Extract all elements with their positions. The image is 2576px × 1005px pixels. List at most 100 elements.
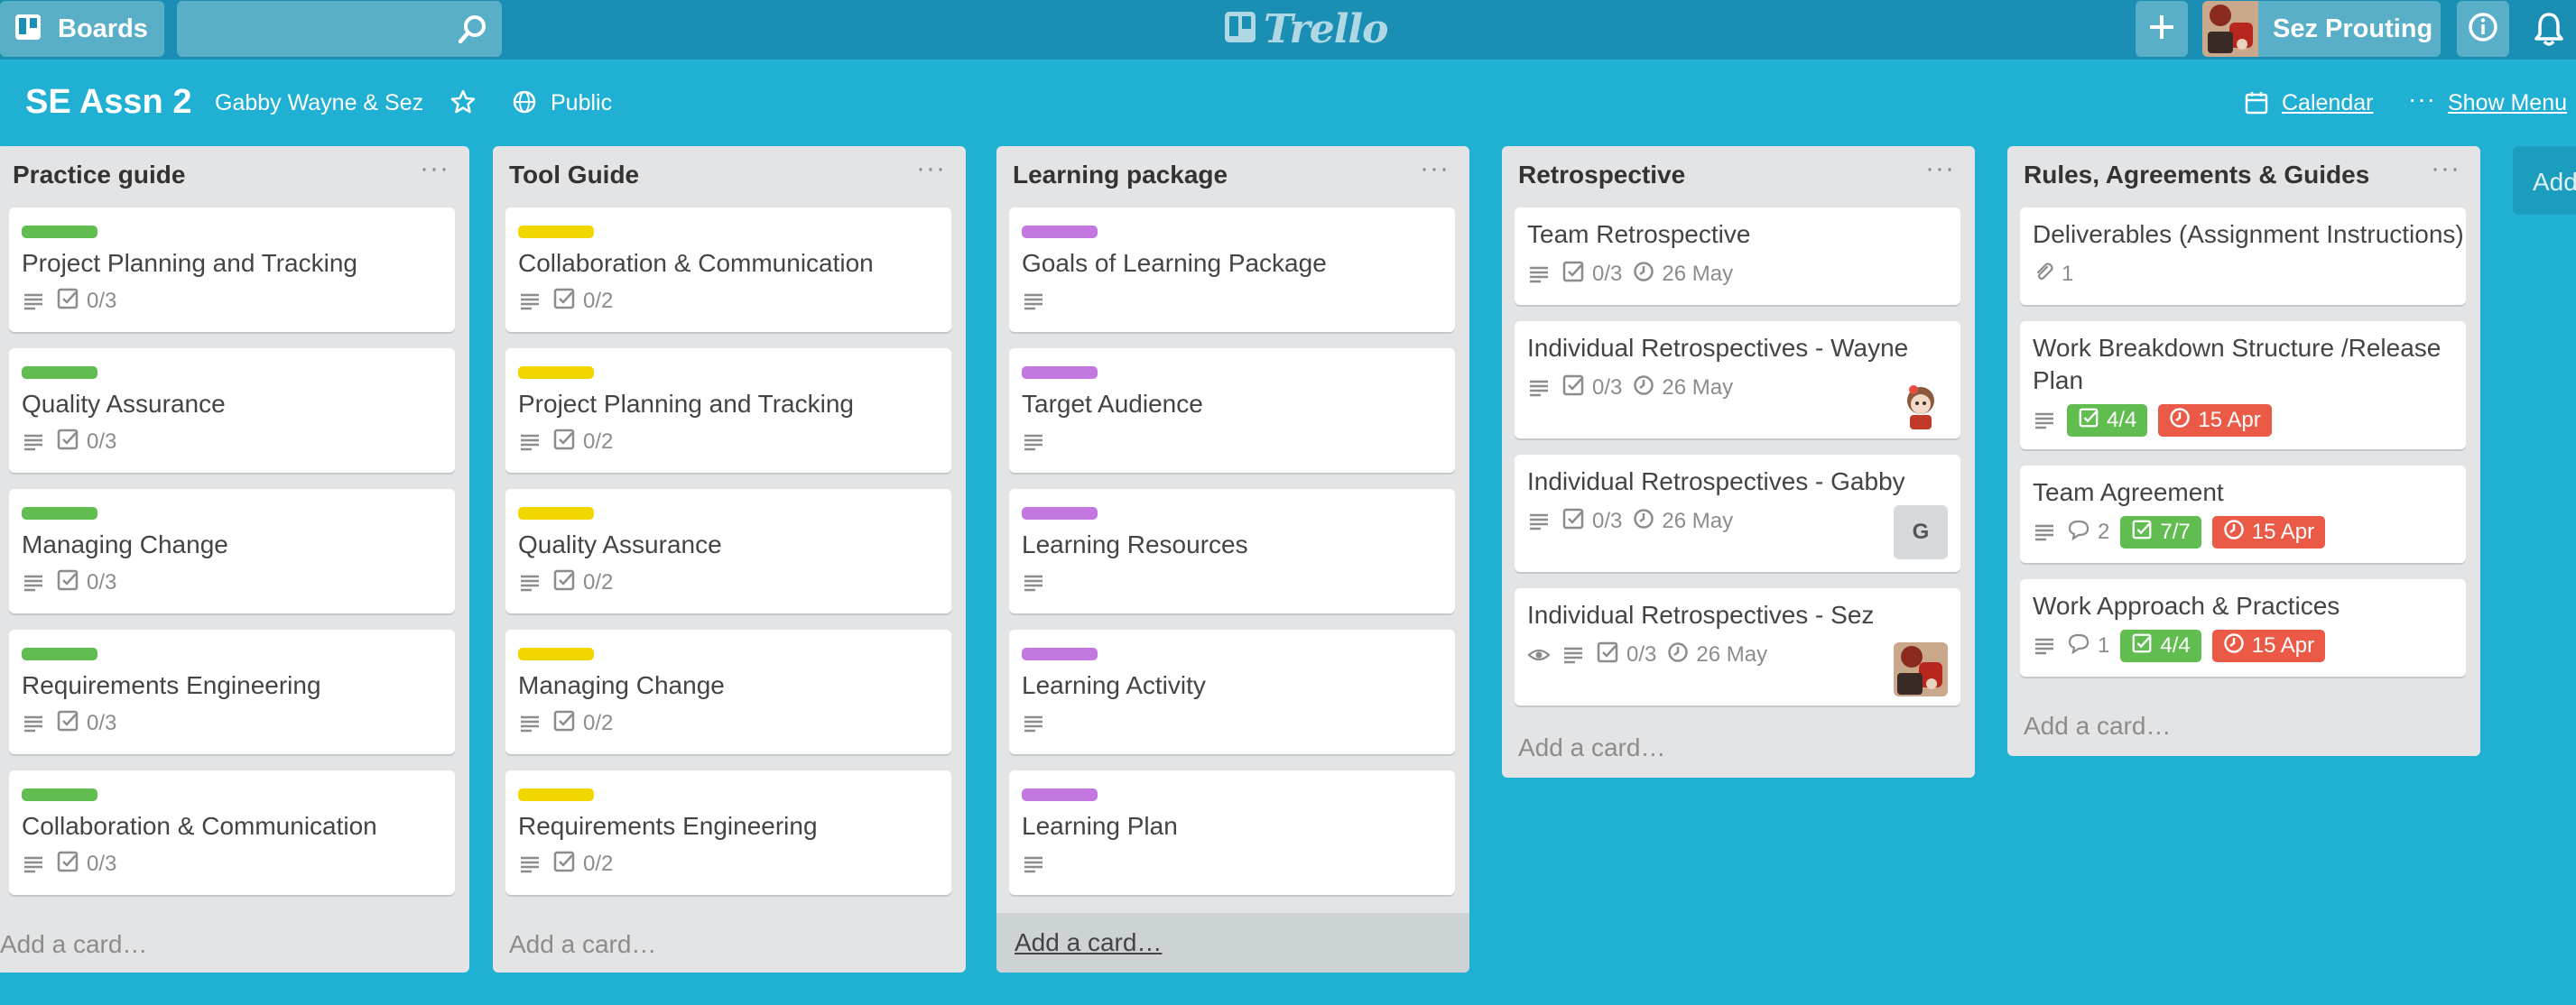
due-date: 15 Apr [2198,408,2261,432]
checklist-badge: 0/3 [56,850,116,880]
info-button[interactable] [2457,1,2509,57]
card[interactable]: Project Planning and Tracking 0/2 [505,348,951,473]
board-visibility[interactable]: Public [551,90,612,116]
checklist-icon [2131,632,2153,660]
card-label-yellow[interactable] [518,648,594,660]
board-team[interactable]: Gabby Wayne & Sez [215,90,423,116]
card[interactable]: Collaboration & Communication 0/2 [505,207,951,332]
card-label-green[interactable] [22,648,97,660]
user-menu-button[interactable]: Sez Prouting [2202,1,2441,57]
member-avatar-gabby[interactable]: G [1894,505,1948,559]
card-label-purple[interactable] [1022,507,1098,520]
list-menu-icon[interactable]: ··· [1420,153,1450,184]
checklist-badge: 0/3 [56,568,116,598]
star-icon[interactable] [449,88,477,120]
notifications-bell-icon[interactable] [2533,11,2565,51]
card-title: Individual Retrospectives - Gabby [1527,467,1905,495]
card-label-purple[interactable] [1022,226,1098,238]
search-input[interactable] [177,1,502,57]
card[interactable]: Requirements Engineering 0/3 [9,630,455,754]
calendar-icon[interactable] [2244,90,2269,120]
card-label-green[interactable] [22,788,97,801]
card-label-green[interactable] [22,507,97,520]
card[interactable]: Project Planning and Tracking 0/3 [9,207,455,332]
list-title[interactable]: Retrospective [1518,161,1685,189]
card[interactable]: Managing Change 0/3 [9,489,455,613]
more-dots-icon[interactable]: ··· [2408,85,2436,114]
card-label-yellow[interactable] [518,507,594,520]
show-menu-link[interactable]: Show Menu [2448,90,2567,116]
checklist-icon [1561,260,1585,290]
card-title-line2: Plan [2033,366,2084,394]
card-label-green[interactable] [22,366,97,379]
calendar-link[interactable]: Calendar [2282,90,2373,116]
card-badges: 1 4/4 15 Apr [2033,630,2326,662]
card[interactable]: Quality Assurance 0/2 [505,489,951,613]
card-title: Team Agreement [2033,478,2224,506]
card[interactable]: Target Audience [1009,348,1455,473]
board-title[interactable]: SE Assn 2 [25,83,191,122]
add-card-button[interactable]: Add a card… [996,913,1469,973]
watching-eye-icon [1527,643,1551,667]
card[interactable]: Learning Resources [1009,489,1455,613]
boards-button[interactable]: Boards [0,1,164,57]
clock-icon [2169,407,2191,435]
checklist-count: 4/4 [2107,408,2137,432]
add-card-button[interactable]: Add a card… [493,915,966,974]
card[interactable]: Managing Change 0/2 [505,630,951,754]
card-label-yellow[interactable] [518,226,594,238]
card-label-green[interactable] [22,226,97,238]
search-icon[interactable] [457,13,489,50]
card[interactable]: Requirements Engineering 0/2 [505,770,951,895]
card-badges: 2 7/7 15 Apr [2033,516,2326,549]
description-icon [1022,430,1045,454]
card-label-purple[interactable] [1022,366,1098,379]
globe-icon[interactable] [511,88,538,120]
card[interactable]: Collaboration & Communication 0/3 [9,770,455,895]
card[interactable]: Goals of Learning Package [1009,207,1455,332]
checklist-icon [56,850,79,880]
member-avatar-sez[interactable] [1894,642,1948,696]
list-title[interactable]: Rules, Agreements & Guides [2024,161,2369,189]
list-menu-icon[interactable]: ··· [1925,153,1955,184]
card[interactable]: Individual Retrospectives - Wayne 0/3 26… [1515,321,1960,438]
due-date-past-badge: 15 Apr [2158,404,2272,437]
list-menu-icon[interactable]: ··· [916,153,946,184]
card[interactable]: Work Breakdown Structure /Release Plan 4… [2020,321,2466,449]
trello-logo-text: Trello [1264,5,1388,52]
card[interactable]: Team Retrospective 0/3 26 May [1515,207,1960,305]
list-title[interactable]: Tool Guide [509,161,639,189]
due-date: 15 Apr [2251,520,2315,544]
list-menu-icon[interactable]: ··· [2431,153,2460,184]
card-label-purple[interactable] [1022,788,1098,801]
card-badges [1022,707,1045,740]
card-label-purple[interactable] [1022,648,1098,660]
card-label-yellow[interactable] [518,788,594,801]
card[interactable]: Work Approach & Practices 1 4/4 15 Apr [2020,579,2466,677]
card[interactable]: Quality Assurance 0/3 [9,348,455,473]
add-list-button[interactable]: Add [2513,146,2576,215]
checklist-count: 0/3 [87,711,117,735]
checklist-count: 0/3 [1592,509,1623,533]
card[interactable]: Learning Plan [1009,770,1455,895]
trello-logo[interactable]: Trello [1224,5,1388,52]
add-button[interactable] [2136,1,2188,57]
checklist-badge: 0/3 [1596,641,1656,670]
description-icon [1527,510,1551,533]
card[interactable]: Learning Activity [1009,630,1455,754]
add-card-button[interactable]: Add a card… [0,915,469,974]
list-title[interactable]: Practice guide [13,161,185,189]
card-title: Collaboration & Communication [22,812,377,840]
member-avatar-wayne[interactable] [1894,377,1948,431]
card[interactable]: Individual Retrospectives - Gabby 0/3 26… [1515,455,1960,572]
card[interactable]: Individual Retrospectives - Sez 0/3 26 M… [1515,588,1960,705]
add-card-button[interactable]: Add a card… [2007,696,2480,756]
card-badges: 0/3 26 May [1527,372,1733,404]
card-label-yellow[interactable] [518,366,594,379]
add-card-button[interactable]: Add a card… [1502,718,1975,778]
card[interactable]: Deliverables (Assignment Instructions) 1 [2020,207,2466,305]
list-menu-icon[interactable]: ··· [420,153,449,184]
card[interactable]: Team Agreement 2 7/7 15 Apr [2020,466,2466,563]
list-title[interactable]: Learning package [1013,161,1228,189]
paperclip-icon [2033,261,2054,289]
